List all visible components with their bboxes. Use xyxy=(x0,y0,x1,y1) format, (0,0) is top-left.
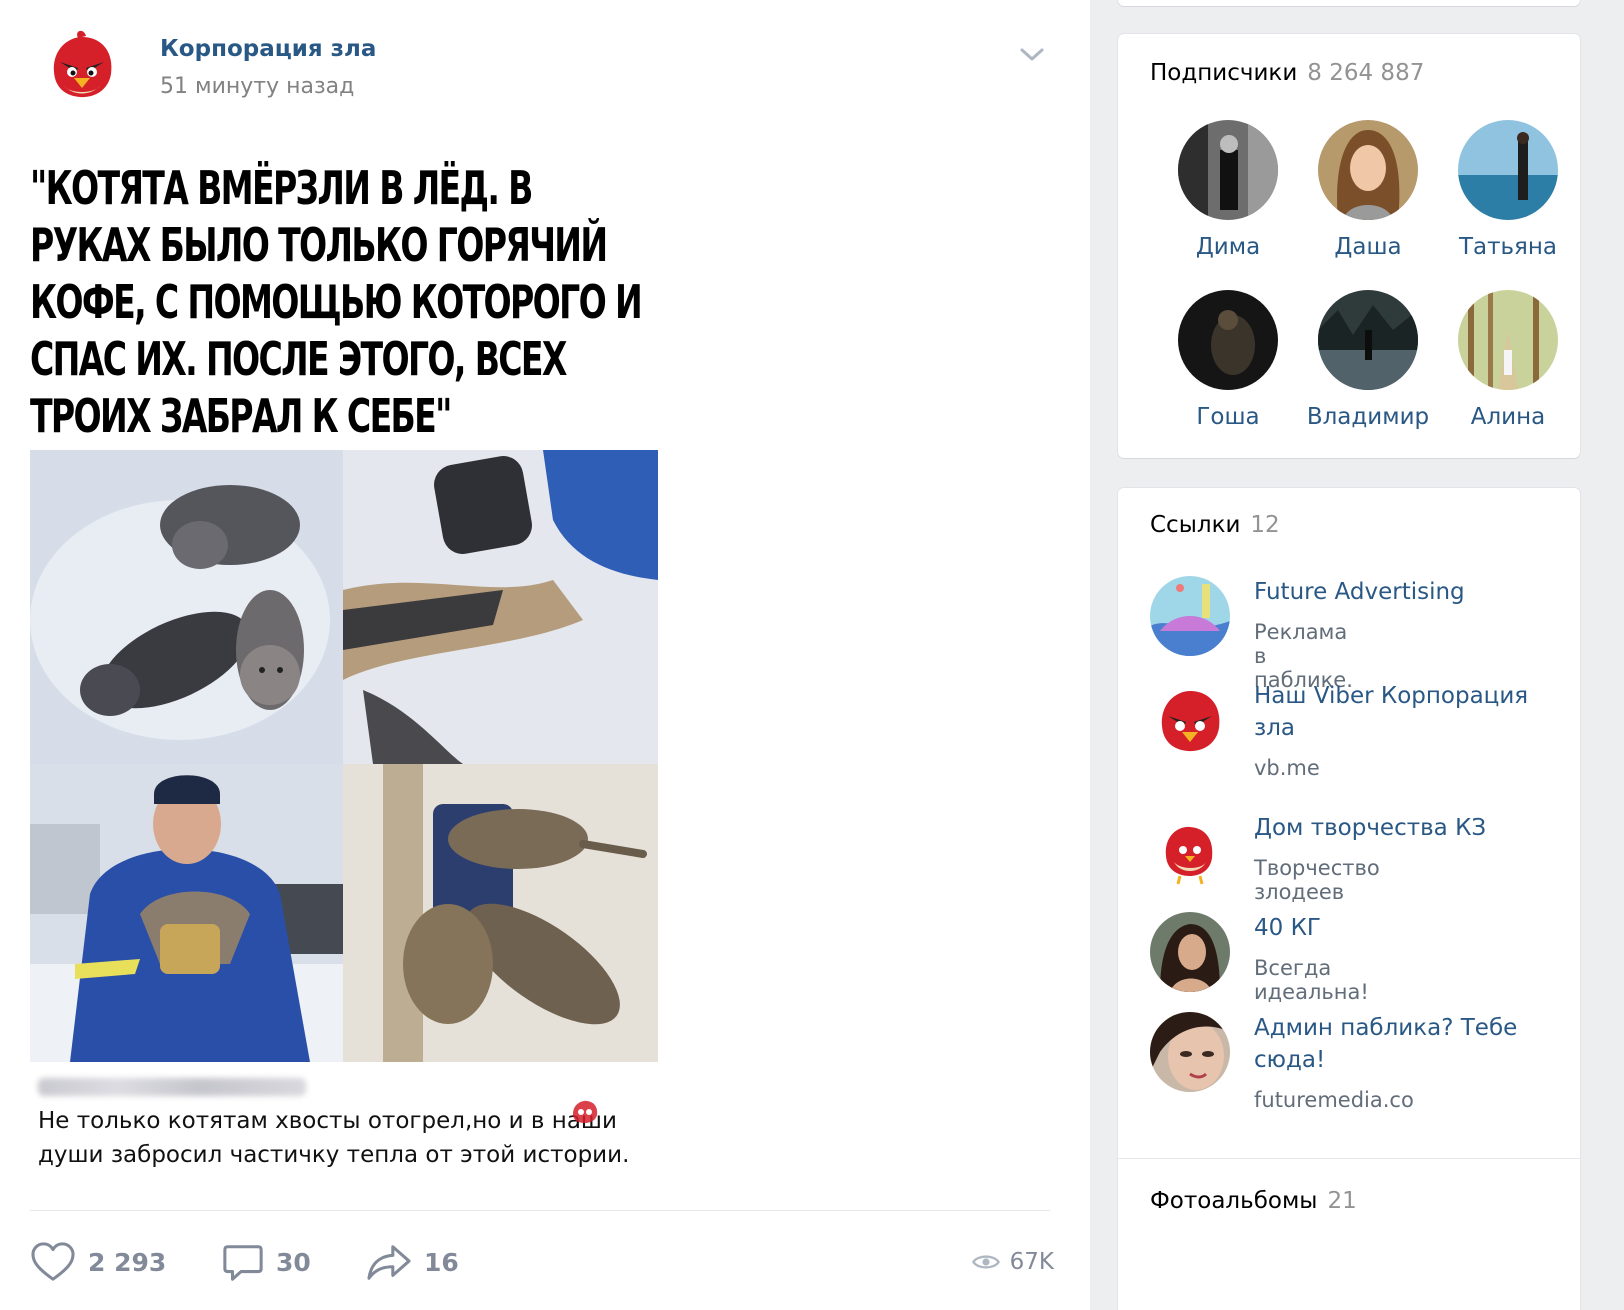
member-dasha[interactable]: Даша xyxy=(1298,120,1438,260)
link-title: Наш Viber Корпорация зла xyxy=(1254,683,1529,741)
page: Корпорация зла 51 минуту назад "КОТЯТА В… xyxy=(0,0,1624,1310)
comment-bubble-icon xyxy=(223,1245,263,1281)
member-name: Владимир xyxy=(1306,404,1430,430)
comment-line-2: души забросил частичку тепла от этой ист… xyxy=(38,1142,630,1168)
link-title: Админ паблика? Тебе сюда! xyxy=(1254,1015,1518,1073)
member-name: Дима xyxy=(1195,234,1261,260)
link-avatar xyxy=(1150,680,1230,760)
link-title: 40 КГ xyxy=(1254,915,1321,941)
comment-count: 30 xyxy=(276,1247,311,1277)
link-avatar xyxy=(1150,812,1230,892)
post-author-link[interactable]: Корпорация зла xyxy=(160,36,376,62)
wall-post: Корпорация зла 51 минуту назад "КОТЯТА В… xyxy=(0,0,1090,1310)
member-name: Гоша xyxy=(1196,404,1260,430)
post-divider xyxy=(30,1210,1050,1211)
link-title: Future Advertising xyxy=(1254,579,1465,605)
post-actions-bar: 2 293 30 16 67K xyxy=(30,1238,1054,1286)
member-vladimir[interactable]: Владимир xyxy=(1298,290,1438,430)
albums-count: 21 xyxy=(1327,1188,1357,1214)
share-count: 16 xyxy=(424,1247,459,1277)
member-alina[interactable]: Алина xyxy=(1438,290,1578,430)
subscribers-count: 8 264 887 xyxy=(1307,60,1425,86)
view-count: 67K xyxy=(1009,1249,1054,1275)
comment-button[interactable]: 30 xyxy=(222,1238,311,1286)
meme-caption: "КОТЯТА ВМЁРЗЛИ В ЛЁД. В РУКАХ БЫЛО ТОЛЬ… xyxy=(30,161,643,443)
sidebar-top-card xyxy=(1118,0,1580,6)
photo-pouring-coffee xyxy=(343,450,658,764)
meme-photo-collage xyxy=(30,450,658,1062)
member-gosha[interactable]: Гоша xyxy=(1158,290,1298,430)
link-avatar xyxy=(1150,576,1230,656)
avatar xyxy=(1458,120,1558,220)
links-title: Ссылки xyxy=(1150,512,1241,538)
avatar xyxy=(1178,120,1278,220)
member-name: Даша xyxy=(1334,234,1402,260)
community-avatar[interactable] xyxy=(44,28,120,104)
link-description: futuremedia.co xyxy=(1254,1088,1414,1112)
links-header[interactable]: Ссылки 12 xyxy=(1150,512,1280,538)
photo-man-holding-kittens xyxy=(30,764,343,1062)
albums-header[interactable]: Фотоальбомы 21 xyxy=(1150,1188,1357,1214)
avatar xyxy=(1458,290,1558,390)
avatar xyxy=(1178,290,1278,390)
chevron-down-icon[interactable] xyxy=(1016,42,1048,66)
photo-kittens-eating xyxy=(343,764,658,1062)
heart-icon xyxy=(31,1242,75,1281)
link-description: Всегда идеальна! xyxy=(1254,956,1369,1004)
subscribers-title: Подписчики xyxy=(1150,60,1298,86)
links-count: 12 xyxy=(1250,512,1280,538)
member-dima[interactable]: Дима xyxy=(1158,120,1298,260)
post-timestamp[interactable]: 51 минуту назад xyxy=(160,74,354,99)
albums-title: Фотоальбомы xyxy=(1150,1188,1318,1214)
blurred-commenter-name xyxy=(38,1078,306,1096)
avatar xyxy=(1318,290,1418,390)
photo-kittens-in-snow xyxy=(30,450,343,764)
share-arrow-icon xyxy=(367,1245,411,1280)
card-divider xyxy=(1118,1158,1580,1159)
link-description: Творчество злодеев xyxy=(1254,856,1380,904)
link-avatar xyxy=(1150,912,1230,992)
like-button[interactable]: 2 293 xyxy=(30,1238,166,1286)
subscribers-card: Подписчики 8 264 887 Дима Даша Татьяна Г… xyxy=(1118,34,1580,458)
link-description: vb.me xyxy=(1254,756,1320,780)
view-counter: 67K xyxy=(971,1238,1054,1286)
links-card: Ссылки 12 Future Advertising Реклама в па… xyxy=(1118,488,1580,1310)
angry-bird-emoji-icon xyxy=(570,1098,600,1124)
subscribers-header[interactable]: Подписчики 8 264 887 xyxy=(1150,60,1424,86)
share-button[interactable]: 16 xyxy=(366,1238,459,1286)
post-header: Корпорация зла 51 минуту назад xyxy=(44,28,1054,108)
like-count: 2 293 xyxy=(88,1247,167,1277)
member-tatyana[interactable]: Татьяна xyxy=(1438,120,1578,260)
eye-icon xyxy=(971,1255,1000,1269)
avatar xyxy=(1318,120,1418,220)
link-title: Дом творчества КЗ xyxy=(1254,815,1487,841)
subscribers-grid: Дима Даша Татьяна Гоша Владимир Алина xyxy=(1158,120,1578,430)
member-name: Алина xyxy=(1470,404,1546,430)
member-name: Татьяна xyxy=(1458,234,1558,260)
post-image[interactable]: "КОТЯТА ВМЁРЗЛИ В ЛЁД. В РУКАХ БЫЛО ТОЛЬ… xyxy=(30,160,660,1062)
link-avatar xyxy=(1150,1012,1230,1092)
